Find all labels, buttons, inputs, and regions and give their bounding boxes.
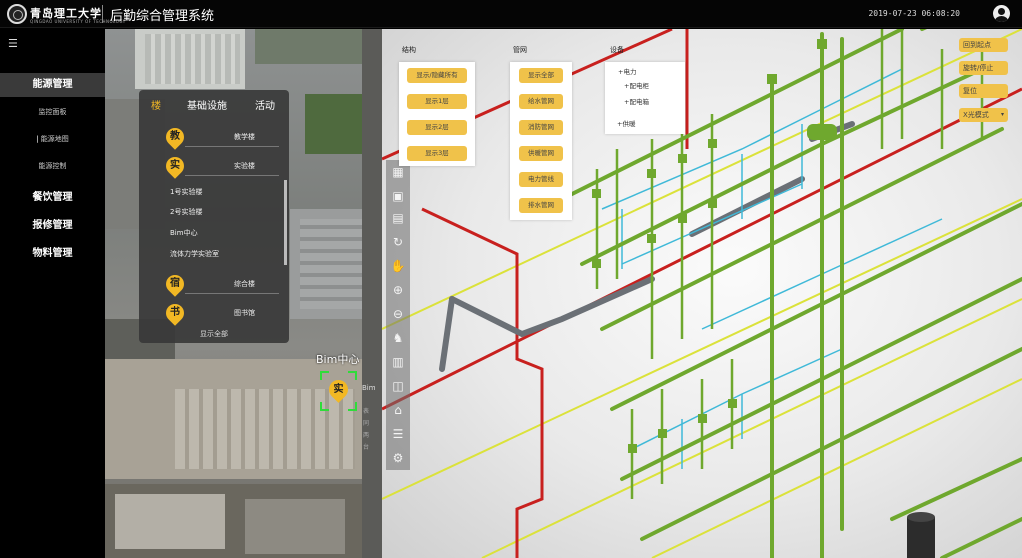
show-floor-1-button[interactable]: 显示1层: [407, 94, 467, 109]
panel-tabs: 楼 基础设施 活动: [139, 97, 289, 113]
lab-item[interactable]: Bim中心: [170, 228, 198, 238]
bim-center-label: Bim中心: [316, 353, 360, 366]
structure-dropdown: 显示/隐藏所有 显示1层 显示2层 显示3层: [399, 62, 475, 166]
sidebar-subitem-energy-control[interactable]: 能源控制: [0, 161, 105, 171]
drainage-button[interactable]: 排水管网: [519, 198, 563, 213]
lab-pin-icon: 实: [162, 153, 188, 179]
sidebar-item-materials[interactable]: 物料管理: [0, 244, 105, 259]
walk-icon[interactable]: ♞: [390, 330, 406, 346]
category-lab[interactable]: 实 实验楼: [139, 153, 289, 181]
show-floor-2-button[interactable]: 显示2层: [407, 120, 467, 135]
paste-icon[interactable]: ▤: [390, 210, 406, 226]
panel-scrollbar[interactable]: [284, 180, 287, 265]
xray-mode-label: X光模式: [963, 111, 989, 119]
pipes-dropdown: 显示全部 给水管网 消防管网 供暖管网 电力管线 排水管网: [510, 62, 572, 220]
category-teaching[interactable]: 教 教学楼: [139, 124, 289, 152]
bim-side-text: 同: [363, 420, 370, 427]
pipe-network-model: [382, 29, 1022, 558]
heating-pipes-button[interactable]: 供暖管网: [519, 146, 563, 161]
bim-side-label: Bim: [362, 384, 376, 392]
structure-menu-title[interactable]: 结构: [402, 45, 416, 55]
equipment-dropdown: +电力 +配电柜 +配电箱 +供暖: [605, 62, 685, 134]
xray-mode-select[interactable]: X光模式 ▾: [959, 108, 1008, 122]
category-label: 图书馆: [234, 309, 255, 317]
return-start-button[interactable]: 回到起点: [959, 38, 1008, 52]
chevron-down-icon: ▾: [1000, 111, 1004, 118]
rotate-icon[interactable]: ↻: [390, 234, 406, 250]
menu-toggle-icon[interactable]: ☰: [8, 37, 18, 50]
show-all-pipes-button[interactable]: 显示全部: [519, 68, 563, 83]
list-icon[interactable]: ☰: [390, 426, 406, 442]
library-pin-icon: 书: [162, 300, 188, 326]
equipment-menu-title[interactable]: 设备: [610, 45, 624, 55]
bim-side-text: 台: [363, 444, 370, 451]
fire-pipes-button[interactable]: 消防管网: [519, 120, 563, 135]
tree-node-distribution-box[interactable]: +配电箱: [624, 96, 649, 106]
bim-side-text: 表: [363, 408, 370, 415]
university-seal-icon: [7, 4, 27, 24]
app-title: 后勤综合管理系统: [110, 9, 215, 24]
zoom-out-icon[interactable]: ⊖: [390, 306, 406, 322]
tree-node-heating[interactable]: +供暖: [617, 118, 635, 128]
category-label: 实验楼: [234, 162, 255, 170]
tree-node-power[interactable]: +电力: [618, 66, 636, 76]
top-header: 青岛理工大学 QINGDAO UNIVERSITY OF TECHNOLOGY …: [0, 0, 1022, 28]
lab-item[interactable]: 流体力学实验室: [170, 249, 219, 259]
show-floor-3-button[interactable]: 显示3层: [407, 146, 467, 161]
building-category-panel: 楼 基础设施 活动 教 教学楼 实 实验楼 1号实验楼 2号实验楼 Bim中心 …: [139, 90, 289, 343]
viewer-toolbar: ▦ ▣ ▤ ↻ ✋ ⊕ ⊖ ♞ ▥ ◫ ⌂ ☰ ⚙: [386, 160, 410, 470]
lab-item[interactable]: 1号实验楼: [170, 187, 202, 197]
dorm-pin-icon: 宿: [162, 271, 188, 297]
header-divider: [102, 5, 103, 23]
category-general[interactable]: 宿 综合楼: [139, 271, 289, 299]
tree-node-distribution-cabinet[interactable]: +配电柜: [624, 80, 649, 90]
water-supply-button[interactable]: 给水管网: [519, 94, 563, 109]
toggle-all-button[interactable]: 显示/隐藏所有: [407, 68, 467, 83]
rotate-stop-button[interactable]: 旋转/停止: [959, 61, 1008, 75]
sidebar-subitem-energy-map[interactable]: 能源地图: [0, 134, 105, 144]
datetime-display: 2019-07-23 06:08:20: [868, 9, 960, 18]
bim-3d-viewer[interactable]: [382, 29, 1022, 558]
structure-icon[interactable]: ⌂: [390, 402, 406, 418]
sidebar-item-catering[interactable]: 餐饮管理: [0, 188, 105, 203]
zoom-in-icon[interactable]: ⊕: [390, 282, 406, 298]
hand-icon[interactable]: ✋: [390, 258, 406, 274]
reset-button[interactable]: 复位: [959, 84, 1008, 98]
category-label: 教学楼: [234, 133, 255, 141]
settings-icon[interactable]: ⚙: [390, 450, 406, 466]
category-library[interactable]: 书 图书馆: [139, 300, 289, 328]
pipes-menu-title[interactable]: 管网: [513, 45, 527, 55]
section-icon[interactable]: ◫: [390, 378, 406, 394]
bim-center-marker[interactable]: 实: [320, 371, 357, 411]
lab-item[interactable]: 2号实验楼: [170, 207, 202, 217]
sidebar-subitem-monitor[interactable]: 监控面板: [0, 107, 105, 117]
tab-buildings[interactable]: 楼: [151, 97, 161, 112]
sidebar-item-energy[interactable]: 能源管理: [0, 73, 105, 97]
sidebar: ☰ 能源管理 监控面板 能源地图 能源控制 餐饮管理 报修管理 物料管理: [0, 29, 105, 558]
tab-activities[interactable]: 活动: [255, 97, 275, 112]
grid-icon[interactable]: ▦: [390, 164, 406, 180]
show-all-button[interactable]: 显示全部: [139, 329, 289, 339]
lab-pin-icon: 实: [325, 376, 352, 403]
sidebar-item-repair[interactable]: 报修管理: [0, 216, 105, 231]
category-label: 综合楼: [234, 280, 255, 288]
bim-side-text: 两: [363, 432, 370, 439]
tab-infrastructure[interactable]: 基础设施: [187, 97, 227, 112]
user-avatar-icon[interactable]: [993, 5, 1010, 22]
ruler-icon[interactable]: ▥: [390, 354, 406, 370]
teaching-pin-icon: 教: [162, 124, 188, 150]
window-icon[interactable]: ▣: [390, 188, 406, 204]
power-lines-button[interactable]: 电力管线: [519, 172, 563, 187]
